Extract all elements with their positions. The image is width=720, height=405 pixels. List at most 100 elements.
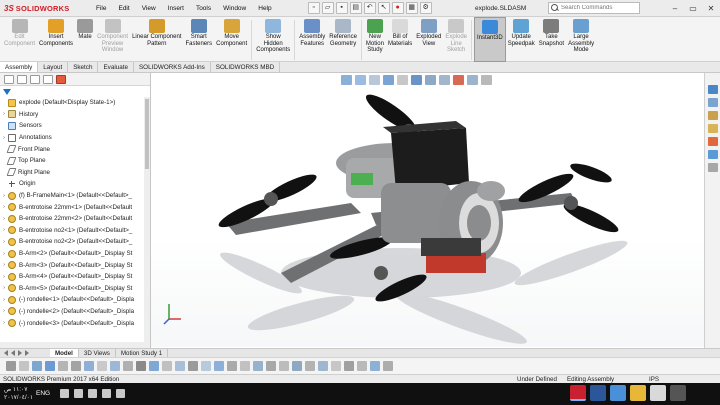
tree-item[interactable]: Top Plane	[0, 155, 150, 167]
configuration-manager-tab-icon[interactable]	[30, 75, 40, 84]
selection-filter-icon[interactable]	[110, 361, 120, 371]
dimxpert-tab-icon[interactable]	[43, 75, 53, 84]
component-preview-window-button[interactable]: Component Preview Window	[95, 17, 130, 62]
drone-assembly-model[interactable]	[151, 73, 704, 347]
selection-filter-icon[interactable]	[331, 361, 341, 371]
network-icon[interactable]	[88, 389, 97, 398]
tree-item[interactable]: › B-entrotoise 22mm<1> (Default<<Default	[0, 201, 150, 213]
tab-evaluate[interactable]: Evaluate	[98, 62, 134, 72]
selection-filter-icon[interactable]	[240, 361, 250, 371]
expand-arrow-icon[interactable]: ›	[0, 239, 8, 245]
expand-arrow-icon[interactable]: ›	[0, 135, 8, 141]
tab-model[interactable]: Model	[50, 349, 79, 357]
selection-filter-icon[interactable]	[370, 361, 380, 371]
tab-motion-study[interactable]: Motion Study 1	[116, 349, 169, 357]
menu-insert[interactable]: Insert	[162, 0, 190, 17]
large-assembly-mode-button[interactable]: Large Assembly Mode	[566, 17, 596, 62]
selection-filter-icon[interactable]	[84, 361, 94, 371]
tree-item[interactable]: › (f) B-FrameMain<1> (Default<<Default>_	[0, 190, 150, 202]
display-manager-tab-icon[interactable]	[56, 75, 66, 84]
feature-tree-tab-icon[interactable]	[4, 75, 14, 84]
selection-filter-icon[interactable]	[357, 361, 367, 371]
selection-filter-icon[interactable]	[201, 361, 211, 371]
selection-filter-icon[interactable]	[45, 361, 55, 371]
bill-of-materials-button[interactable]: Bill of Materials	[386, 17, 414, 62]
tree-item[interactable]: › B-entrotoise no2<1> (Default<<Default>_	[0, 225, 150, 237]
tree-scrollbar-thumb[interactable]	[145, 99, 149, 169]
selection-filter-icon[interactable]	[266, 361, 276, 371]
save-icon[interactable]: ▪	[335, 2, 348, 14]
input-language[interactable]: ENG	[36, 390, 50, 397]
explode-line-sketch-button[interactable]: Explode Line Sketch	[443, 17, 469, 62]
task-view-icon[interactable]	[670, 385, 686, 401]
selection-filter-icon[interactable]	[149, 361, 159, 371]
selection-filter-icon[interactable]	[227, 361, 237, 371]
selection-filter-icon[interactable]	[305, 361, 315, 371]
tree-item[interactable]: › B-Arm<5> (Default<<Default>_Display St	[0, 283, 150, 295]
selection-filter-icon[interactable]	[6, 361, 16, 371]
expand-arrow-icon[interactable]: ›	[0, 274, 8, 280]
selection-filter-icon[interactable]	[136, 361, 146, 371]
resources-icon[interactable]	[707, 98, 718, 107]
tree-item[interactable]: › B-entrotoise no2<2> (Default<<Default>_	[0, 236, 150, 248]
appearances-icon[interactable]	[707, 150, 718, 159]
tree-item[interactable]: Origin	[0, 178, 150, 190]
tree-item[interactable]: › B-Arm<2> (Default<<Default>_Display St	[0, 248, 150, 260]
custom-properties-icon[interactable]	[707, 163, 718, 172]
graphics-area[interactable]	[151, 73, 704, 347]
expand-arrow-icon[interactable]: ›	[0, 285, 8, 291]
menu-window[interactable]: Window	[217, 0, 252, 17]
show-hidden-icons-icon[interactable]	[116, 389, 125, 398]
expand-arrow-icon[interactable]: ›	[0, 204, 8, 210]
expand-arrow-icon[interactable]: ›	[0, 308, 8, 314]
instant3d-button[interactable]: Instant3D	[474, 17, 506, 62]
tree-item[interactable]: › Annotations	[0, 132, 150, 144]
battery-icon[interactable]	[102, 389, 111, 398]
file-properties-icon[interactable]: ▦	[405, 2, 418, 14]
selection-filter-icon[interactable]	[188, 361, 198, 371]
undo-icon[interactable]: ↶	[363, 2, 376, 14]
tab-layout[interactable]: Layout	[38, 62, 69, 72]
tab-addins[interactable]: SOLIDWORKS Add-Ins	[134, 62, 211, 72]
rebuild-icon[interactable]: ●	[391, 2, 404, 14]
notification-icon[interactable]	[60, 389, 69, 398]
show-hidden-components-button[interactable]: Show Hidden Components	[254, 17, 292, 62]
expand-arrow-icon[interactable]: ›	[0, 193, 8, 199]
selection-filter-icon[interactable]	[58, 361, 68, 371]
mate-button[interactable]: Mate	[75, 17, 95, 62]
solidworks-app-icon[interactable]	[570, 385, 586, 401]
selection-filter-icon[interactable]	[383, 361, 393, 371]
next-tab-arrow-icon[interactable]	[18, 350, 22, 356]
word-app-icon[interactable]	[590, 385, 606, 401]
tree-item[interactable]: Sensors	[0, 120, 150, 132]
new-icon[interactable]: ▫	[307, 2, 320, 14]
print-icon[interactable]: ▤	[349, 2, 362, 14]
tab-sketch[interactable]: Sketch	[68, 62, 99, 72]
first-tab-arrow-icon[interactable]	[4, 350, 8, 356]
selection-filter-icon[interactable]	[19, 361, 29, 371]
tree-scrollbar[interactable]	[144, 97, 150, 347]
edit-component-button[interactable]: Edit Component	[2, 17, 37, 62]
menu-file[interactable]: File	[90, 0, 112, 17]
design-library-icon[interactable]	[707, 111, 718, 120]
select-icon[interactable]: ↖	[377, 2, 390, 14]
selection-filter-icon[interactable]	[32, 361, 42, 371]
expand-arrow-icon[interactable]: ›	[0, 297, 8, 303]
insert-components-button[interactable]: Insert Components	[37, 17, 75, 62]
tree-item[interactable]: Right Plane	[0, 167, 150, 179]
selection-filter-icon[interactable]	[318, 361, 328, 371]
expand-arrow-icon[interactable]: ›	[0, 320, 8, 326]
linear-component-pattern-button[interactable]: Linear Component Pattern	[130, 17, 183, 62]
tree-item[interactable]: › B-entrotoise 22mm<2> (Default<<Default	[0, 213, 150, 225]
file-explorer-app-icon[interactable]	[630, 385, 646, 401]
expand-arrow-icon[interactable]: ›	[0, 216, 8, 222]
close-button[interactable]: ✕	[702, 0, 720, 17]
tree-item[interactable]: Front Plane	[0, 143, 150, 155]
file-explorer-icon[interactable]	[707, 124, 718, 133]
taskbar-clock[interactable]: ١١:٠٧ ص ٢٠١٧/٠٤/٠١	[4, 386, 33, 402]
tab-3d-views[interactable]: 3D Views	[79, 349, 116, 357]
tree-item[interactable]: › B-Arm<3> (Default<<Default>_Display St	[0, 259, 150, 271]
tree-item[interactable]: › (-) rondelle<2> (Default<<Default>_Disp…	[0, 306, 150, 318]
reference-geometry-button[interactable]: Reference Geometry	[327, 17, 359, 62]
exploded-view-button[interactable]: Exploded View	[414, 17, 443, 62]
